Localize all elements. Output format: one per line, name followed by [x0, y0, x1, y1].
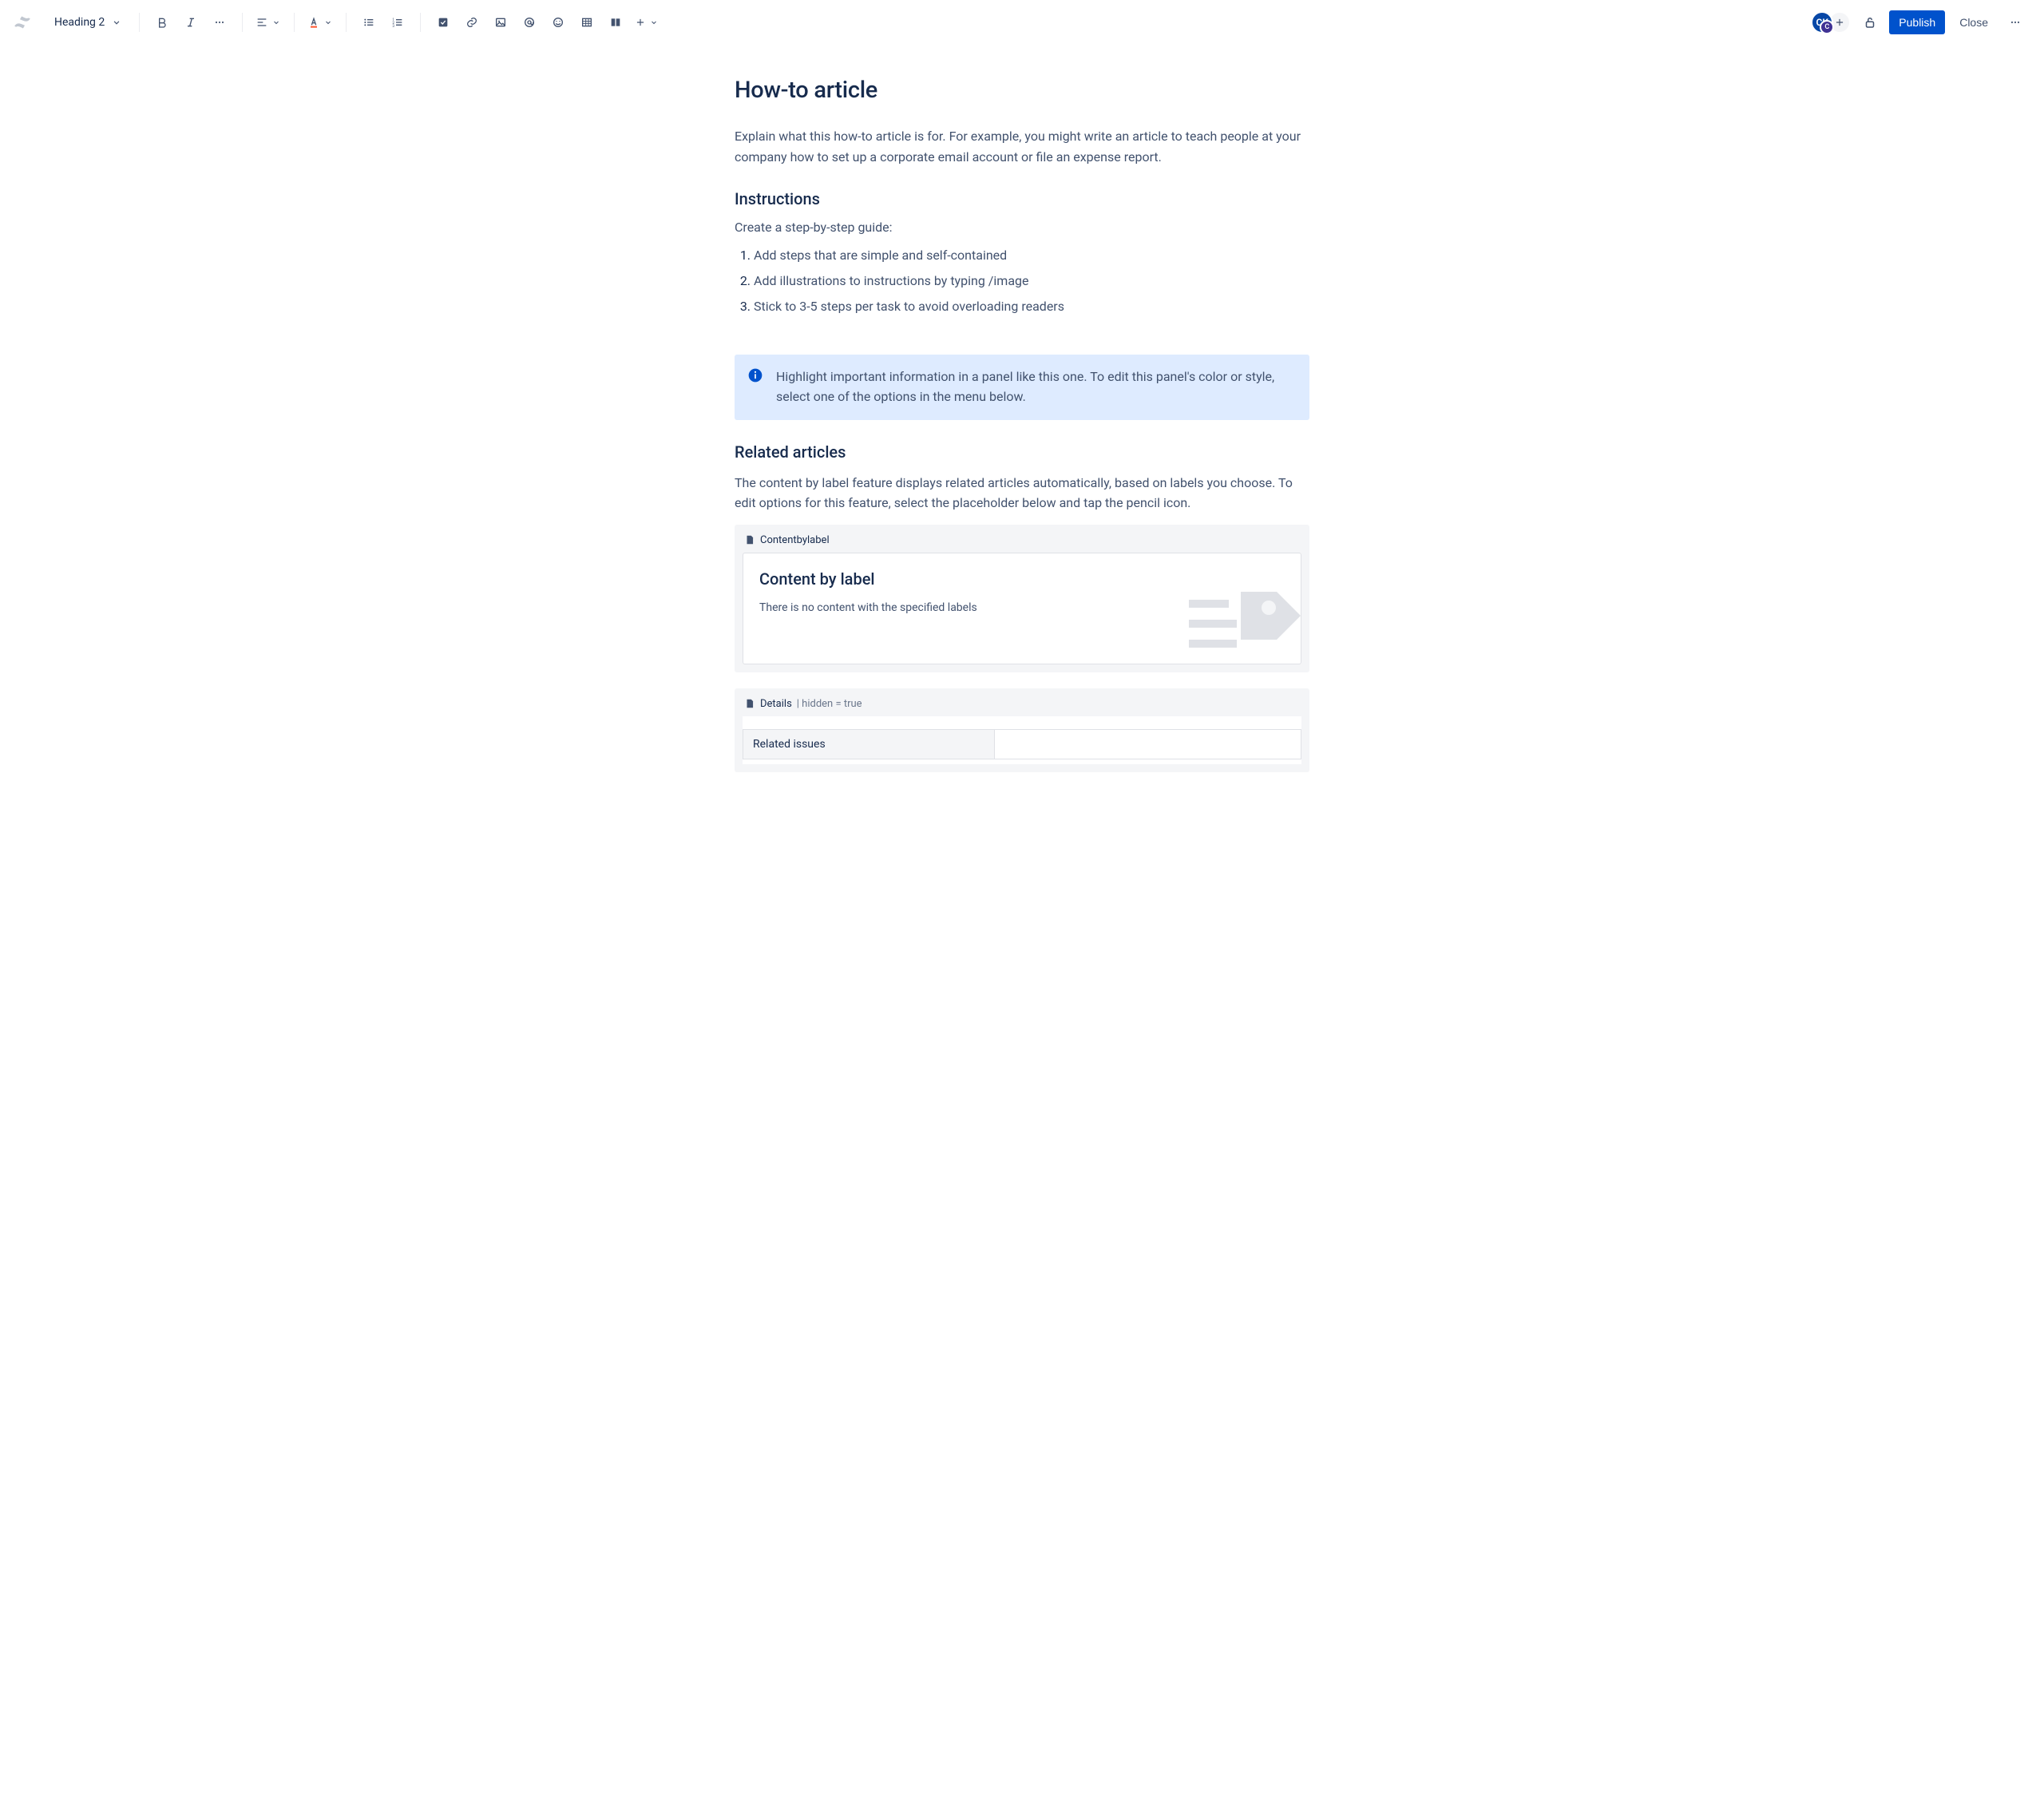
- bullet-list-button[interactable]: [356, 10, 382, 35]
- chevron-down-icon: [111, 17, 122, 28]
- confluence-logo-icon: [13, 13, 32, 32]
- macro-params: | hidden = true: [797, 698, 862, 710]
- content-by-label-macro[interactable]: Contentbylabel Content by label There is…: [735, 525, 1309, 672]
- macro-body[interactable]: Related issues: [743, 716, 1301, 764]
- details-macro[interactable]: Details | hidden = true Related issues: [735, 688, 1309, 772]
- list-item[interactable]: Stick to 3-5 steps per task to avoid ove…: [754, 297, 1309, 316]
- close-button[interactable]: Close: [1951, 10, 1996, 34]
- separator: [242, 13, 243, 32]
- alignment-dropdown[interactable]: [252, 10, 284, 35]
- action-item-button[interactable]: [430, 10, 456, 35]
- info-icon: [747, 367, 763, 407]
- macro-name: Contentbylabel: [760, 534, 830, 546]
- avatar-badge: C: [1820, 20, 1834, 34]
- numbered-list-button[interactable]: 123: [385, 10, 410, 35]
- table-header-cell[interactable]: Related issues: [743, 729, 995, 759]
- italic-button[interactable]: [178, 10, 204, 35]
- publish-button[interactable]: Publish: [1889, 10, 1945, 34]
- editor-content[interactable]: How-to article Explain what this how-to …: [735, 45, 1309, 820]
- avatar[interactable]: CK C: [1811, 11, 1833, 34]
- link-button[interactable]: [459, 10, 485, 35]
- separator: [420, 13, 421, 32]
- macro-name: Details: [760, 698, 792, 710]
- more-actions-button[interactable]: [2002, 10, 2028, 35]
- restrictions-button[interactable]: [1857, 10, 1883, 35]
- text-style-label: Heading 2: [54, 16, 105, 29]
- more-formatting-button[interactable]: [207, 10, 232, 35]
- list-item[interactable]: Add steps that are simple and self-conta…: [754, 246, 1309, 265]
- chevron-down-icon: [649, 18, 659, 27]
- collaborator-avatars: CK C: [1811, 11, 1851, 34]
- intro-paragraph[interactable]: Explain what this how-to article is for.…: [735, 126, 1309, 167]
- separator: [139, 13, 140, 32]
- steps-list[interactable]: Add steps that are simple and self-conta…: [735, 246, 1309, 316]
- more-icon: [2009, 16, 2022, 29]
- table-row[interactable]: Related issues: [743, 729, 1301, 759]
- emoji-button[interactable]: [545, 10, 571, 35]
- table-cell[interactable]: [994, 729, 1301, 759]
- table-button[interactable]: [574, 10, 600, 35]
- macro-preview: Content by label There is no content wit…: [743, 553, 1301, 664]
- macro-header: Details | hidden = true: [743, 696, 1301, 716]
- unlock-icon: [1863, 15, 1877, 30]
- instructions-heading[interactable]: Instructions: [735, 189, 1309, 208]
- bold-button[interactable]: [149, 10, 175, 35]
- related-description[interactable]: The content by label feature displays re…: [735, 473, 1309, 513]
- layouts-button[interactable]: [603, 10, 628, 35]
- instructions-subtext[interactable]: Create a step-by-step guide:: [735, 220, 1309, 235]
- list-item[interactable]: Add illustrations to instructions by typ…: [754, 272, 1309, 291]
- mention-button[interactable]: [517, 10, 542, 35]
- separator: [294, 13, 295, 32]
- document-icon: [744, 698, 755, 709]
- chevron-down-icon: [323, 18, 333, 27]
- separator: [346, 13, 347, 32]
- editor-toolbar: Heading 2 123: [0, 0, 2044, 45]
- text-color-dropdown[interactable]: [304, 10, 336, 35]
- chevron-down-icon: [271, 18, 281, 27]
- page-title[interactable]: How-to article: [735, 77, 1309, 104]
- macro-header: Contentbylabel: [743, 533, 1301, 553]
- label-decoration-icon: [1189, 576, 1301, 664]
- document-icon: [744, 534, 755, 545]
- details-table[interactable]: Related issues: [743, 729, 1301, 759]
- plus-icon: [1834, 17, 1845, 28]
- image-button[interactable]: [488, 10, 513, 35]
- related-heading[interactable]: Related articles: [735, 442, 1309, 462]
- info-panel[interactable]: Highlight important information in a pan…: [735, 355, 1309, 420]
- insert-dropdown[interactable]: [632, 10, 662, 35]
- text-style-dropdown[interactable]: Heading 2: [48, 16, 136, 29]
- panel-text[interactable]: Highlight important information in a pan…: [776, 367, 1297, 407]
- svg-text:3: 3: [392, 24, 394, 29]
